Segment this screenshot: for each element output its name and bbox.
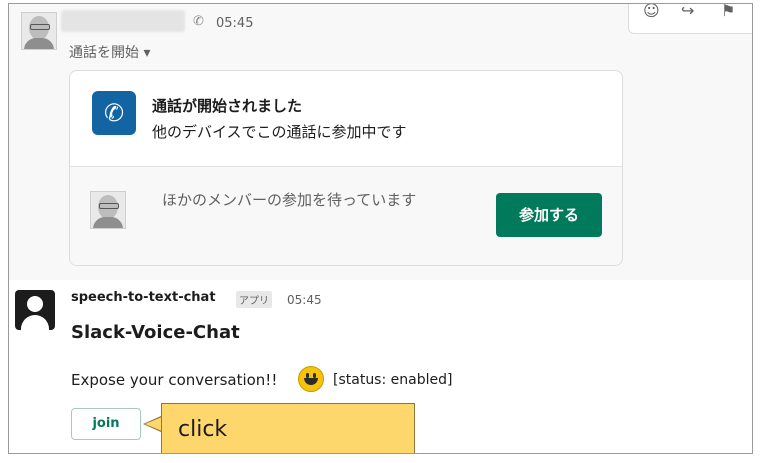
phone-icon: ✆ [193,14,204,29]
bot-message-timestamp[interactable]: 05:45 [287,293,322,307]
bot-avatar[interactable] [15,290,55,330]
smiley-emoji-icon [298,366,324,392]
callout-text: click [178,417,228,442]
call-card-title: 通話が開始されました [152,97,303,115]
bot-sender-name[interactable]: speech-to-text-chat [71,290,216,305]
phone-icon: ✆ [92,91,136,135]
bookmark-icon[interactable]: ⚑ [721,4,735,20]
message-timestamp[interactable]: 05:45 [216,16,253,31]
bot-message-text: Expose your conversation!! [71,371,278,389]
call-message-area: ✆ 05:45 通話を開始 ▾ ☺ ↪ ⚑ ✆ 通話が開始されました 他のデバイ… [9,4,752,280]
call-card-subtitle: 他のデバイスでこの通話に参加中です [152,123,407,141]
bot-message-title: Slack-Voice-Chat [71,322,240,343]
click-callout: click [161,403,415,453]
message-actions-toolbar: ☺ ↪ ⚑ [628,4,752,34]
callout-pointer-fill [145,417,162,431]
emoji-icon[interactable]: ☺ [643,4,660,20]
status-text: [status: enabled] [333,372,453,388]
share-icon[interactable]: ↪ [681,4,694,20]
join-button[interactable]: join [71,408,141,440]
slack-channel-view: ✆ 05:45 通話を開始 ▾ ☺ ↪ ⚑ ✆ 通話が開始されました 他のデバイ… [8,3,753,454]
blurred-username [61,10,185,32]
call-card: ✆ 通話が開始されました 他のデバイスでこの通話に参加中です ほかのメンバーの参… [69,70,623,266]
user-avatar[interactable] [21,12,57,50]
call-card-footer: ほかのメンバーの参加を待っています 参加する [70,167,622,265]
waiting-text: ほかのメンバーの参加を待っています [162,191,417,209]
participant-avatar[interactable] [90,191,126,229]
app-badge: アプリ [236,291,272,308]
join-call-button[interactable]: 参加する [496,193,602,237]
call-start-label[interactable]: 通話を開始 ▾ [69,42,150,62]
